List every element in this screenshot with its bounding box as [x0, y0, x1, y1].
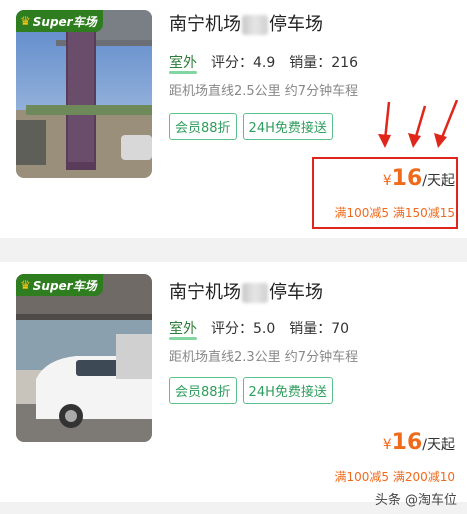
member-discount-tag: 会员88折 — [169, 377, 237, 404]
price-value: 16 — [391, 166, 423, 191]
listing-meta: 室外 评分：5.0 销量：70 — [169, 318, 349, 338]
promo-text: 满100减5 满150减15 — [334, 206, 455, 220]
super-parking-badge: ♛ Super车场 — [16, 274, 103, 296]
price: ¥16/天起 — [383, 430, 455, 455]
distance-info: 距机场直线2.3公里 约7分钟车程 — [169, 350, 359, 365]
listing-card[interactable]: ♛ Super车场 南宁机场 停车场 室外 评分：5.0 销量：70 距机场直线2.3… — [0, 262, 467, 502]
badge-label: Super车场 — [32, 278, 97, 293]
listing-title[interactable]: 南宁机场 停车场 — [169, 10, 323, 36]
title-text-end: 停车场 — [269, 282, 323, 303]
super-parking-badge: ♛ Super车场 — [16, 10, 103, 32]
distance-info: 距机场直线2.5公里 约7分钟车程 — [169, 84, 359, 99]
sales-value: 216 — [331, 55, 358, 71]
sales-label: 销量： — [289, 321, 332, 337]
badge-label: Super车场 — [32, 14, 97, 29]
title-text-start: 南宁机场 — [169, 282, 241, 303]
promo-text: 满100减5 满200减10 — [334, 470, 455, 484]
crown-icon: ♛ — [20, 278, 31, 292]
rating-label: 评分： — [211, 321, 253, 337]
member-discount-tag: 会员88折 — [169, 113, 237, 140]
sales-label: 销量： — [289, 55, 332, 71]
rating-value: 4.9 — [253, 55, 276, 71]
rating-label: 评分： — [211, 55, 253, 71]
free-shuttle-tag: 24H免费接送 — [242, 377, 333, 404]
tag-list: 会员88折 24H免费接送 — [169, 113, 333, 140]
title-text-end: 停车场 — [269, 14, 323, 35]
title-text-start: 南宁机场 — [169, 14, 241, 35]
environment-label: 室外 — [169, 321, 197, 337]
parking-lot-photo[interactable]: ♛ Super车场 — [16, 274, 152, 442]
tag-list: 会员88折 24H免费接送 — [169, 377, 333, 404]
rating-value: 5.0 — [253, 321, 276, 337]
currency-symbol: ¥ — [382, 437, 392, 453]
sales-value: 70 — [331, 321, 350, 337]
blurred-text — [242, 15, 268, 35]
parking-lot-photo[interactable]: ♛ Super车场 — [16, 10, 152, 178]
crown-icon: ♛ — [20, 14, 31, 28]
free-shuttle-tag: 24H免费接送 — [242, 113, 333, 140]
price: ¥16/天起 — [383, 166, 455, 191]
price-value: 16 — [391, 430, 423, 455]
environment-label: 室外 — [169, 55, 197, 71]
listing-title[interactable]: 南宁机场 停车场 — [169, 278, 323, 304]
currency-symbol: ¥ — [382, 173, 392, 189]
watermark: 头条 @淘车位 — [374, 493, 457, 508]
annotation-arrows — [378, 100, 459, 148]
price-unit: /天起 — [422, 437, 455, 453]
listing-card[interactable]: ♛ Super车场 南宁机场 停车场 室外 评分：4.9 销量：216 距机场直线2.… — [0, 0, 467, 238]
listing-meta: 室外 评分：4.9 销量：216 — [169, 52, 358, 72]
blurred-text — [242, 283, 268, 303]
price-unit: /天起 — [422, 173, 455, 189]
